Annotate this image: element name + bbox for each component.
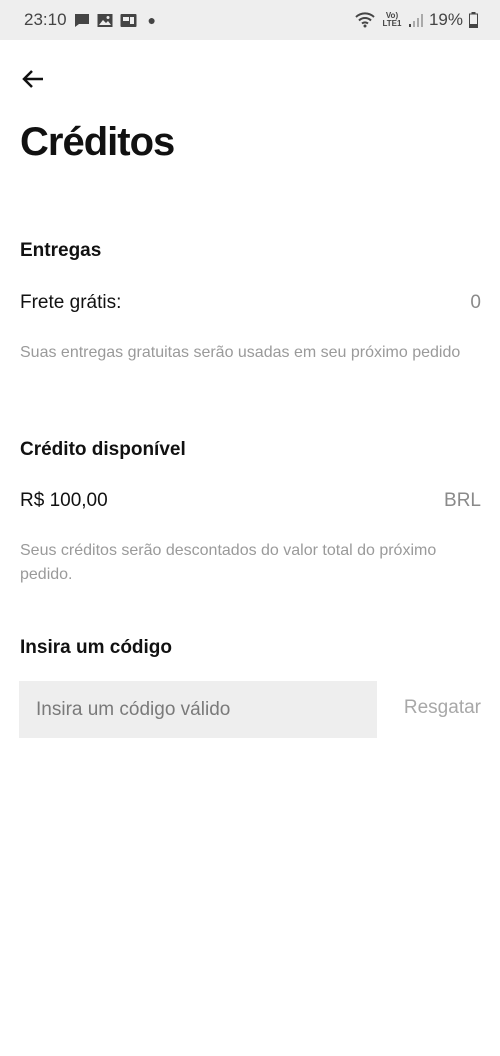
- status-bar: 23:10 ● Vo) LTE1 19%: [0, 0, 500, 40]
- promo-heading: Insira um código: [20, 637, 173, 658]
- page-title: Créditos: [20, 120, 175, 164]
- credit-row: R$ 100,00 BRL: [20, 490, 481, 512]
- status-time: 23:10: [24, 10, 67, 29]
- wifi-icon: [355, 12, 375, 28]
- credit-amount: R$ 100,00: [20, 490, 108, 511]
- back-arrow-icon: [21, 69, 45, 94]
- deliveries-note: Suas entregas gratuitas serão usadas em …: [20, 344, 461, 361]
- redeem-button[interactable]: Resgatar: [404, 697, 481, 719]
- status-bar-left: 23:10 ●: [24, 10, 156, 30]
- message-icon: [74, 13, 90, 28]
- image-icon: [97, 13, 113, 28]
- status-bar-right: Vo) LTE1 19%: [355, 10, 478, 30]
- gallery-icon: [120, 13, 137, 28]
- battery-icon: [469, 12, 478, 28]
- credit-note: Seus créditos serão descontados do valor…: [20, 542, 437, 583]
- signal-icon: [408, 13, 423, 27]
- free-shipping-label: Frete grátis:: [20, 292, 122, 313]
- back-button[interactable]: [18, 66, 48, 96]
- free-shipping-row: Frete grátis: 0: [20, 292, 481, 314]
- credit-heading: Crédito disponível: [20, 439, 186, 460]
- battery-percent: 19%: [428, 10, 463, 29]
- volte-icon: Vo) LTE1: [382, 11, 402, 28]
- free-shipping-value: 0: [470, 292, 481, 313]
- promo-code-input[interactable]: [19, 681, 377, 738]
- credit-currency: BRL: [444, 490, 481, 511]
- deliveries-heading: Entregas: [20, 240, 102, 261]
- dot-icon: ●: [147, 12, 157, 28]
